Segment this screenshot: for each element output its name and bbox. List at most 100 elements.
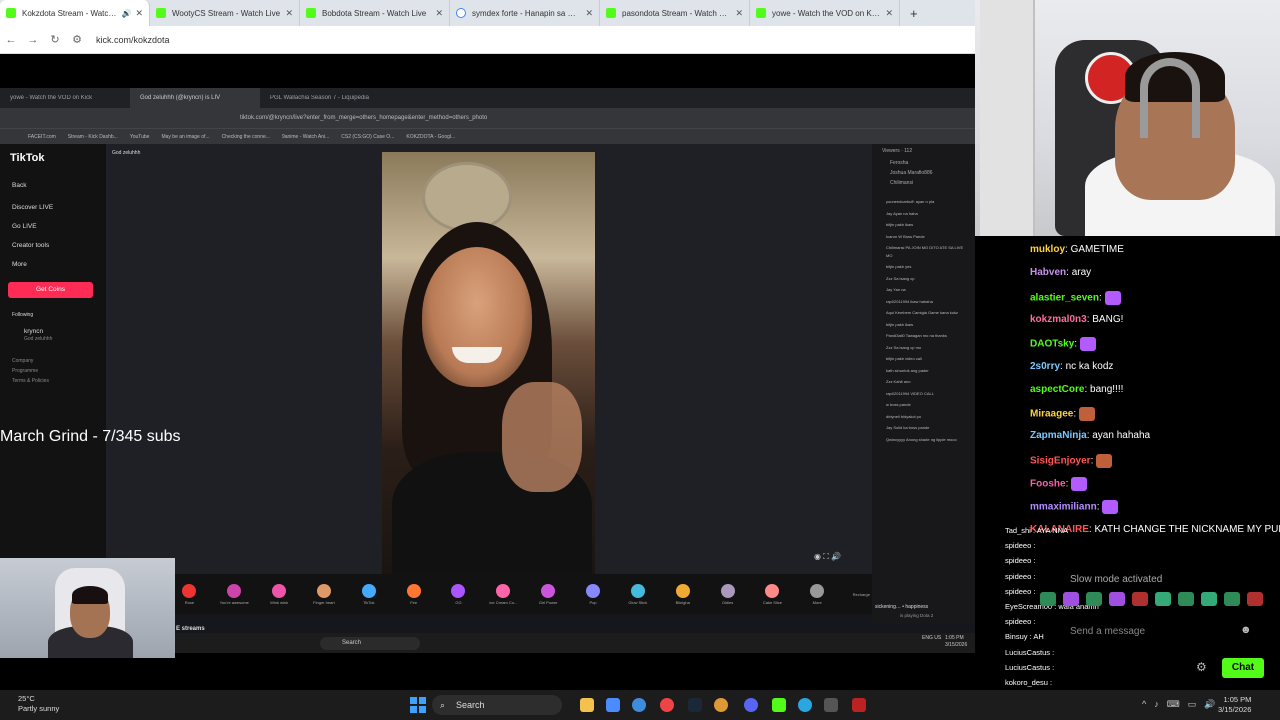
emote-icon[interactable] (1247, 592, 1263, 606)
new-tab-button[interactable]: + (900, 6, 928, 21)
dota2-icon[interactable] (852, 698, 866, 712)
viewer-item[interactable]: Ferosha (872, 158, 975, 168)
chat-username[interactable]: alastier_seven (1030, 292, 1099, 303)
gift-item[interactable]: Rose (172, 583, 207, 605)
live-video[interactable] (382, 152, 595, 577)
tab-kokzdota[interactable]: Kokzdota Stream - Watch L 🔊 ✕ (0, 0, 150, 26)
back-icon[interactable]: ← (0, 34, 22, 46)
chat-username[interactable]: Fooshe (1030, 479, 1066, 490)
close-tab-icon[interactable]: ✕ (285, 8, 293, 19)
bookmark[interactable]: CS2 (CS:GO) Case O... (341, 134, 394, 140)
viewer-item[interactable]: Chilimansi (872, 178, 975, 188)
chat-username[interactable]: kokzmal0n3 (1030, 314, 1087, 325)
emote-icon[interactable] (1178, 592, 1194, 606)
footer-link[interactable]: Terms & Policies (12, 378, 49, 384)
mini-chat-username[interactable]: LuciusCastus (1005, 648, 1050, 657)
gift-item[interactable]: Finger heart (307, 583, 342, 605)
inner-tab-yowe[interactable]: yowe - Watch the VOD on Kick (0, 95, 130, 101)
recharge-button[interactable]: Recharge (851, 592, 872, 597)
copilot-icon[interactable] (606, 698, 620, 712)
gift-item[interactable]: Pop (576, 583, 611, 605)
bookmark[interactable]: May be an image of... (161, 134, 209, 140)
mini-chat-username[interactable]: kokoro_desu (1005, 678, 1048, 687)
inner-tab-liquipedia[interactable]: PGL Wallachia Season 7 - Liquipedia (260, 95, 390, 101)
get-coins-button[interactable]: Get Coins (8, 282, 93, 298)
speaker-icon[interactable]: 🔊 (121, 9, 131, 18)
taskbar-search[interactable]: ⌕ Search (432, 695, 562, 715)
emoji-icon[interactable]: ☻ (1240, 624, 1252, 636)
gift-item[interactable]: TikTok (351, 583, 386, 605)
steam-icon[interactable] (688, 698, 702, 712)
following-user[interactable]: krync​n (24, 328, 43, 335)
gift-item[interactable]: More (800, 583, 835, 605)
weather-widget[interactable]: 25°C Partly sunny (18, 694, 59, 714)
tab-pasondota[interactable]: pasondota Stream - Watch Live ✕ (600, 0, 750, 26)
gift-item[interactable]: Ice Cream Co... (486, 583, 521, 605)
file-explorer-icon[interactable] (580, 698, 594, 712)
bookmark[interactable]: FACEIT.com (28, 134, 56, 140)
close-tab-icon[interactable]: ✕ (885, 8, 893, 19)
chat-username[interactable]: aspectCore (1030, 384, 1084, 395)
tab-google-search[interactable]: symdex forte - Hanapin sa Goo ✕ (450, 0, 600, 26)
site-info-icon[interactable]: ⚙ (66, 33, 88, 46)
bookmark[interactable]: Stream - Kick Dashb... (68, 134, 118, 140)
edge-icon[interactable] (632, 698, 646, 712)
emote-icon[interactable] (1155, 592, 1171, 606)
video-controls-icon[interactable]: ◉ ⛶ 🔊 (814, 552, 841, 562)
close-tab-icon[interactable]: ✕ (735, 8, 743, 19)
bookmark[interactable]: YouTube (130, 134, 150, 140)
emote-icon[interactable] (1224, 592, 1240, 606)
nav-creator-tools[interactable]: Creator tools (12, 242, 49, 249)
mini-chat-username[interactable]: spideeo (1005, 617, 1031, 626)
chat-input[interactable]: Send a message (1060, 620, 1260, 644)
gift-item[interactable]: GG (441, 583, 476, 605)
chat-username[interactable]: mmaximiliann (1030, 502, 1097, 513)
mini-chat-username[interactable]: Binsuy (1005, 632, 1028, 641)
emote-icon[interactable] (1063, 592, 1079, 606)
emote-icon[interactable] (1109, 592, 1125, 606)
bookmark[interactable]: KOKZDOTA - Googl... (406, 134, 455, 140)
emote-icon[interactable] (1201, 592, 1217, 606)
emote-icon[interactable] (1086, 592, 1102, 606)
system-tray-icons[interactable]: ^♪⌨▭🔊 (1142, 699, 1223, 710)
close-tab-icon[interactable]: ✕ (585, 8, 593, 19)
mini-chat-username[interactable]: spideeo (1005, 572, 1031, 581)
chat-username[interactable]: DAOTsky (1030, 339, 1074, 350)
mini-chat-username[interactable]: spideeo (1005, 556, 1031, 565)
reload-icon[interactable]: ↻ (44, 33, 66, 46)
discord-icon[interactable] (744, 698, 758, 712)
taskbar-clock[interactable]: 1:05 PM 3/15/2026 (1218, 695, 1251, 715)
settings-gear-icon[interactable]: ⚙ (1196, 660, 1207, 674)
chat-username[interactable]: ZapmaNinja (1030, 430, 1087, 441)
tab-wootycs[interactable]: WootyCS Stream - Watch Live ✕ (150, 0, 300, 26)
inner-address-bar[interactable]: tiktok.com/@kryncn/live?enter_from_merge… (0, 108, 975, 128)
gift-item[interactable]: Cake Slice (755, 583, 790, 605)
viewer-item[interactable]: Joshua Marafio886 (872, 168, 975, 178)
telegram-icon[interactable] (798, 698, 812, 712)
brave-icon[interactable] (714, 698, 728, 712)
chat-send-button[interactable]: Chat (1222, 658, 1264, 678)
forward-icon[interactable]: → (22, 34, 44, 46)
emote-icon[interactable] (1040, 592, 1056, 606)
gift-item[interactable]: Glow Stick (620, 583, 655, 605)
footer-link[interactable]: Programme (12, 368, 38, 374)
nav-discover-live[interactable]: Discover LIVE (12, 204, 53, 211)
footer-link[interactable]: Company (12, 358, 33, 364)
chat-username[interactable]: 2s0rry (1030, 361, 1060, 372)
close-tab-icon[interactable]: ✕ (435, 8, 443, 19)
nav-more[interactable]: More (12, 261, 27, 268)
tab-yowe[interactable]: yowe - Watch the VOD on Kick ✕ (750, 0, 900, 26)
tiktok-logo[interactable]: TikTok (10, 152, 44, 164)
mini-chat-username[interactable]: LuciusCastus (1005, 663, 1050, 672)
gift-item[interactable]: Girl Power (531, 583, 566, 605)
inner-tab-tiktok[interactable]: God zeluhhh (@krync​n) is LIV (130, 88, 260, 108)
kick-icon[interactable] (772, 698, 786, 712)
mini-chat-username[interactable]: spideeo (1005, 541, 1031, 550)
gift-item[interactable]: Wink wink (262, 583, 297, 605)
chat-username[interactable]: mukloy (1030, 244, 1065, 255)
chat-username[interactable]: Miraagee (1030, 409, 1073, 420)
chat-username[interactable]: Habven (1030, 267, 1066, 278)
nav-back[interactable]: Back (12, 182, 26, 189)
emote-icon[interactable] (1132, 592, 1148, 606)
chat-username[interactable]: SisigEnjoyer (1030, 455, 1091, 466)
